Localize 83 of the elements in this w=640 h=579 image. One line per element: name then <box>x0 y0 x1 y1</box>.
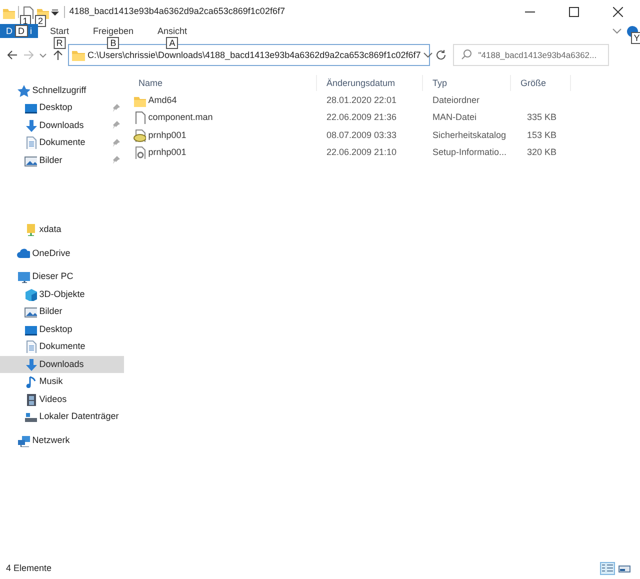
document-icon <box>24 136 37 150</box>
chevron-down-icon[interactable] <box>423 51 433 60</box>
type-cell-text: Sicherheitskatalog <box>432 128 508 142</box>
size-cell-text: 320 KB <box>526 146 558 159</box>
sidebar-item[interactable]: Bilder <box>0 152 124 169</box>
sidebar-item[interactable]: Dokumente <box>0 338 124 356</box>
folder-icon <box>133 94 146 107</box>
status-text: 4 Elemente <box>6 562 52 575</box>
up-arrow-icon[interactable] <box>52 49 64 62</box>
type-cell-text: MAN-Datei <box>432 111 478 124</box>
ribbon-tab[interactable]: Freigeben <box>81 24 146 38</box>
file-icon <box>133 111 146 124</box>
tiles-view-icon <box>617 563 632 574</box>
star-icon <box>17 84 30 97</box>
sidebar-item[interactable]: OneDrive <box>0 244 124 262</box>
settings-file-icon <box>133 146 146 159</box>
sidebar-item[interactable]: xdata <box>0 221 124 238</box>
download-icon <box>24 358 37 371</box>
cloud-icon <box>17 246 30 260</box>
download-icon <box>24 118 37 132</box>
keytip: D <box>14 25 28 37</box>
maximize-icon <box>569 7 579 17</box>
type-cell-text: Setup-Informatio... <box>432 146 508 159</box>
back-arrow-icon[interactable] <box>6 49 18 62</box>
music-note-icon <box>24 375 37 388</box>
sidebar-item[interactable]: 3D-Objekte <box>0 286 124 303</box>
details-view-icon <box>600 563 614 574</box>
date-cell-text: 08.07.2009 03:33 <box>326 128 398 142</box>
size-cell-text: 153 KB <box>526 128 558 142</box>
file-name[interactable]: prnhp001 <box>148 144 186 160</box>
hard-drive-icon <box>24 410 37 424</box>
sidebar-item[interactable]: Dieser PC <box>0 268 124 286</box>
dropdown-arrow-icon[interactable] <box>51 8 60 16</box>
column-header[interactable]: Typ <box>422 74 510 91</box>
address-path: C:\Users\chrissie\Downloads\4188_bacd1413e93b4a6362d9a2ca653c869f1c02f6f7 <box>88 48 421 62</box>
monitor-icon <box>24 101 37 114</box>
recent-dropdown-icon[interactable] <box>39 51 47 60</box>
sidebar-item[interactable]: Desktop <box>0 99 124 116</box>
column-header[interactable]: Änderungsdatum <box>316 74 422 91</box>
image-icon <box>24 154 37 167</box>
sidebar-item[interactable]: Netzwerk <box>0 432 124 449</box>
cube-icon <box>24 288 37 301</box>
sidebar-item[interactable]: Musik <box>0 373 124 390</box>
computer-icon <box>17 270 30 284</box>
close-icon <box>613 7 623 17</box>
keytip: B <box>107 37 120 49</box>
ribbon-tab[interactable]: D D i <box>0 24 38 38</box>
chevron-down-icon[interactable] <box>612 27 622 35</box>
keytip: A <box>166 37 178 49</box>
ribbon-tab[interactable]: Start <box>38 24 82 38</box>
sidebar-item[interactable]: Videos <box>0 390 124 408</box>
date-cell-text: 22.06.2009 21:10 <box>326 146 398 159</box>
size-cell-text: 335 KB <box>526 111 558 124</box>
refresh-icon[interactable] <box>434 49 446 62</box>
sidebar-item[interactable]: Downloads <box>0 116 124 134</box>
image-icon <box>24 305 37 318</box>
type-cell-text: Dateiordner <box>432 94 481 107</box>
file-name[interactable]: component.man <box>148 110 213 126</box>
sidebar-item[interactable]: Bilder <box>0 303 124 320</box>
view-button[interactable] <box>600 562 614 575</box>
keytip: R <box>53 37 66 49</box>
column-header[interactable]: Name <box>128 74 316 91</box>
file-name[interactable]: Amd64 <box>148 93 177 108</box>
catalog-icon <box>133 128 146 142</box>
film-icon <box>24 392 37 406</box>
date-cell-text: 22.06.2009 21:36 <box>326 111 398 124</box>
column-header[interactable]: Größe <box>510 74 570 91</box>
sidebar-item[interactable]: Downloads <box>0 356 124 373</box>
network-icon <box>17 434 30 447</box>
window-title: 4188_bacd1413e93b4a6362d9a2ca653c869f1c02f6f7 <box>69 5 285 18</box>
file-name[interactable]: prnhp001 <box>148 128 186 142</box>
document-icon <box>24 340 37 354</box>
date-cell-text: 28.01.2020 22:01 <box>326 94 398 107</box>
minimize-icon <box>525 11 535 13</box>
drive-icon <box>24 223 37 236</box>
search-icon <box>461 49 472 60</box>
ribbon-tab[interactable]: Ansicht <box>146 24 200 38</box>
sidebar-item[interactable]: Lokaler Datenträger <box>0 408 124 426</box>
folder-icon <box>71 48 86 62</box>
sidebar-item[interactable]: Schnellzugriff <box>0 82 124 99</box>
sidebar-item[interactable]: Dokumente <box>0 134 124 152</box>
search-field[interactable]: "4188_bacd1413e93b4a6362... <box>453 44 610 66</box>
sidebar-item[interactable]: Desktop <box>0 320 124 338</box>
